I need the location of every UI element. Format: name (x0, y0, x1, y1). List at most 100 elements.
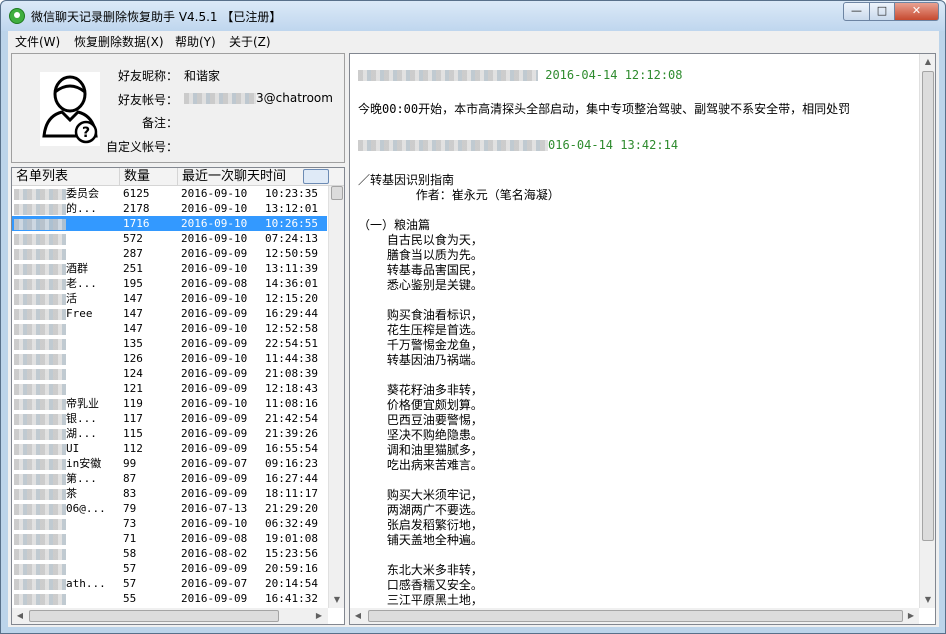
contact-row[interactable]: 135 2016-09-09 22:54:51 (12, 336, 327, 351)
friend-profile-panel: ? 好友昵称： 和谐家 好友帐号： 3@chatroom 备注： 自定义帐号： (11, 53, 345, 163)
contact-name (14, 336, 118, 351)
contact-last-time: 12:52:58 (265, 322, 318, 335)
contact-name (14, 321, 118, 336)
redacted-name (14, 443, 66, 455)
redacted-name (14, 353, 66, 365)
column-header-name[interactable]: 名单列表 (12, 168, 120, 186)
column-header-last-chat[interactable]: 最近一次聊天时间 (178, 168, 303, 186)
contact-count: 58 (123, 547, 137, 560)
menu-help[interactable]: 帮助(Y) (175, 33, 216, 50)
redacted-name (14, 278, 66, 290)
redacted-name (14, 308, 66, 320)
contact-row[interactable]: in安徽 99 2016-09-07 09:16:23 (12, 456, 327, 471)
title-bar[interactable]: 微信聊天记录删除恢复助手 V4.5.1 【已注册】 — □ ✕ (1, 1, 945, 31)
default-avatar-icon: ? (40, 72, 100, 146)
contact-last-time: 16:41:32 (265, 592, 318, 605)
contact-row[interactable]: 71 2016-09-08 19:01:08 (12, 531, 327, 546)
minimize-button[interactable]: — (843, 2, 870, 21)
contact-row[interactable]: 124 2016-09-09 21:08:39 (12, 366, 327, 381)
contact-row[interactable]: 57 2016-09-09 20:59:16 (12, 561, 327, 576)
scroll-thumb[interactable] (922, 71, 934, 541)
contact-last-date: 2016-09-10 (181, 397, 248, 410)
contact-last-date: 2016-09-09 (181, 562, 248, 575)
contact-row[interactable]: ath... 57 2016-09-07 20:14:54 (12, 576, 327, 591)
account-suffix: 3@chatroom (256, 91, 333, 105)
scroll-right-arrow-icon[interactable]: ▶ (311, 608, 327, 624)
contact-row[interactable]: Free 147 2016-09-09 16:29:44 (12, 306, 327, 321)
contact-last-time: 06:32:49 (265, 517, 318, 530)
contact-last-date: 2016-09-09 (181, 412, 248, 425)
horizontal-scroll-thumb[interactable] (29, 610, 279, 622)
close-button[interactable]: ✕ (894, 2, 939, 21)
contact-count: 135 (123, 337, 143, 350)
column-header-count[interactable]: 数量 (120, 168, 178, 186)
contact-horizontal-scrollbar[interactable]: ◀ ▶ (12, 608, 328, 624)
contact-row[interactable]: 126 2016-09-10 11:44:38 (12, 351, 327, 366)
contact-count: 1716 (123, 217, 150, 230)
contact-row[interactable]: 湖... 115 2016-09-09 21:39:26 (12, 426, 327, 441)
contact-count: 83 (123, 487, 137, 500)
contact-row[interactable]: 572 2016-09-10 07:24:13 (12, 231, 327, 246)
redacted-name (14, 383, 66, 395)
scroll-left-arrow-icon[interactable]: ◀ (350, 608, 366, 624)
menu-about[interactable]: 关于(Z) (229, 33, 271, 50)
contact-last-time: 19:01:08 (265, 532, 318, 545)
export-icon[interactable] (303, 169, 329, 184)
contact-row[interactable]: 58 2016-08-02 15:23:56 (12, 546, 327, 561)
contact-row[interactable]: 酒群 251 2016-09-10 13:11:39 (12, 261, 327, 276)
contact-row[interactable]: 147 2016-09-10 12:52:58 (12, 321, 327, 336)
contact-row[interactable]: 老... 195 2016-09-08 14:36:01 (12, 276, 327, 291)
contact-last-time: 16:27:44 (265, 472, 318, 485)
contact-last-time: 21:08:39 (265, 367, 318, 380)
maximize-button[interactable]: □ (869, 2, 895, 21)
contact-last-date: 2016-09-09 (181, 427, 248, 440)
contact-row[interactable]: 活 147 2016-09-10 12:15:20 (12, 291, 327, 306)
redacted-name (14, 263, 66, 275)
contact-row[interactable]: 帝乳业 119 2016-09-10 11:08:16 (12, 396, 327, 411)
contact-row[interactable]: 银... 117 2016-09-09 21:42:54 (12, 411, 327, 426)
scroll-down-arrow-icon[interactable]: ▼ (920, 592, 936, 608)
redacted-name (14, 488, 66, 500)
redacted-name (14, 218, 66, 230)
contact-row[interactable]: 1716 2016-09-10 10:26:55 (12, 216, 327, 231)
redacted-name (14, 578, 66, 590)
contact-row[interactable]: 121 2016-09-09 12:18:43 (12, 381, 327, 396)
scroll-down-arrow-icon[interactable]: ▼ (329, 592, 345, 608)
contact-name-text: Free (66, 307, 93, 320)
contact-row[interactable]: 73 2016-09-10 06:32:49 (12, 516, 327, 531)
contact-row[interactable]: UI 112 2016-09-09 16:55:54 (12, 441, 327, 456)
contact-last-date: 2016-09-10 (181, 217, 248, 230)
contact-name: 茶 (14, 486, 118, 501)
contact-last-date: 2016-09-09 (181, 382, 248, 395)
contact-last-time: 12:15:20 (265, 292, 318, 305)
contact-name: in安徽 (14, 456, 118, 471)
scroll-right-arrow-icon[interactable]: ▶ (903, 608, 919, 624)
message-vertical-scrollbar[interactable]: ▲ ▼ (919, 54, 935, 608)
scroll-left-arrow-icon[interactable]: ◀ (12, 608, 28, 624)
scroll-thumb[interactable] (331, 186, 343, 200)
message-horizontal-scrollbar[interactable]: ◀ ▶ (350, 608, 919, 624)
redacted-sender (358, 70, 538, 81)
redacted-name (14, 248, 66, 260)
horizontal-scroll-thumb[interactable] (368, 610, 903, 622)
menu-file[interactable]: 文件(W) (15, 33, 60, 50)
redacted-sender (358, 140, 548, 151)
contact-name-text: 酒群 (66, 262, 88, 275)
contact-last-date: 2016-09-09 (181, 337, 248, 350)
contact-last-time: 15:23:56 (265, 547, 318, 560)
contact-list-header: 名单列表 数量 最近一次聊天时间 (12, 168, 344, 186)
contact-row[interactable]: 55 2016-09-09 16:41:32 (12, 591, 327, 606)
contact-row[interactable]: 茶 83 2016-09-09 18:11:17 (12, 486, 327, 501)
nickname-value: 和谐家 (184, 69, 221, 83)
contact-row[interactable]: 的... 2178 2016-09-10 13:12:01 (12, 201, 327, 216)
scroll-up-arrow-icon[interactable]: ▲ (920, 54, 936, 70)
contact-row[interactable]: 委员会 6125 2016-09-10 10:23:35 (12, 186, 327, 201)
contact-name-text: 帝乳业 (66, 397, 99, 410)
contact-row[interactable]: 06@... 79 2016-07-13 21:29:20 (12, 501, 327, 516)
contact-vertical-scrollbar[interactable]: ▲ ▼ (328, 186, 344, 608)
contact-row[interactable]: 287 2016-09-09 12:50:59 (12, 246, 327, 261)
menu-recover-deleted[interactable]: 恢复删除数据(X) (74, 33, 164, 50)
contact-row[interactable]: 第... 87 2016-09-09 16:27:44 (12, 471, 327, 486)
contact-last-date: 2016-09-09 (181, 247, 248, 260)
contact-name: UI (14, 441, 118, 456)
